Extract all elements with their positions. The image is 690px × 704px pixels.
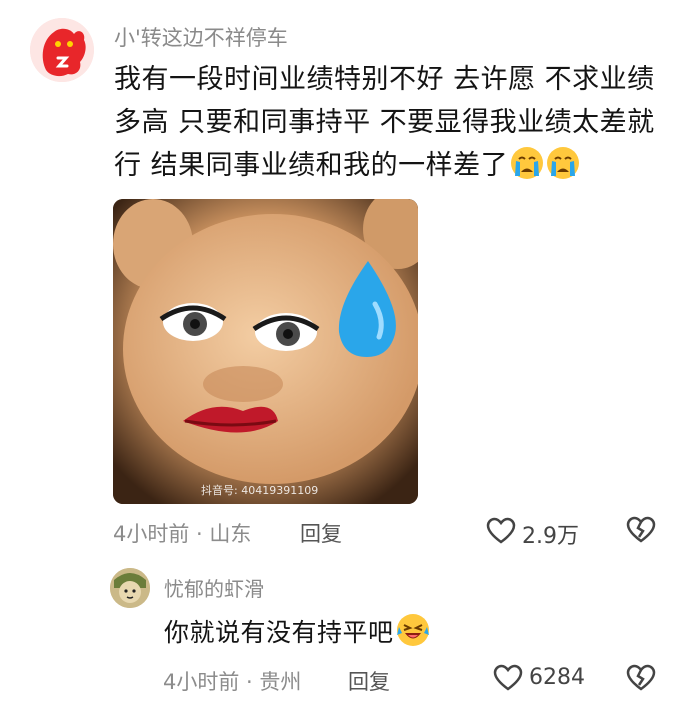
broken-heart-dislike-icon[interactable]	[626, 516, 656, 544]
heart-like-icon[interactable]	[493, 664, 523, 692]
heart-like-icon[interactable]	[486, 517, 516, 545]
sweating-pig-meme-image	[113, 199, 418, 504]
reply-body: 你就说有没有持平吧	[164, 618, 394, 647]
commenter-avatar[interactable]	[30, 18, 94, 82]
crying-emoji-icon	[547, 147, 580, 179]
broken-heart-dislike-icon[interactable]	[626, 664, 656, 692]
like-count: 2.9万	[522, 524, 579, 549]
reply-avatar[interactable]	[110, 568, 150, 608]
reply-text: 你就说有没有持平吧	[164, 613, 430, 649]
commenter-username[interactable]: 小'转这边不祥停车	[114, 22, 288, 52]
crying-emoji-icon	[511, 147, 544, 179]
reply-time-location: 4小时前 · 贵州	[163, 670, 302, 694]
image-watermark: 抖音号: 40419391109	[201, 484, 319, 497]
comment-image[interactable]: 抖音号: 40419391109	[113, 199, 418, 504]
reply-username[interactable]: 忧郁的虾滑	[164, 573, 264, 602]
comment-text: 我有一段时间业绩特别不好 去许愿 不求业绩多高 只要和同事持平 不要显得我业绩太…	[114, 58, 674, 187]
cartoon-avatar-icon	[110, 568, 150, 608]
comment-time-location: 4小时前 · 山东	[113, 522, 252, 546]
reply-like-count: 6284	[529, 665, 585, 690]
reply-button[interactable]: 回复	[300, 518, 342, 548]
red-cartoon-avatar-icon	[30, 18, 94, 82]
laughing-crying-emoji-icon	[396, 614, 429, 646]
reply-reply-button[interactable]: 回复	[348, 666, 390, 696]
